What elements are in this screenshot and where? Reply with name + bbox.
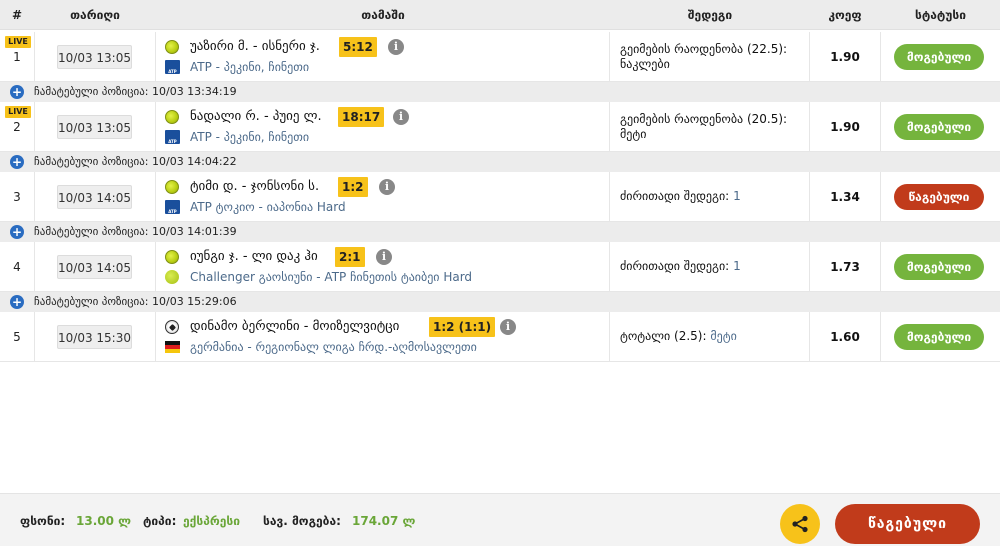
stake-value: 13.00 ლ (76, 514, 132, 528)
table-row: 3 10/03 14:05 ტიმი დ. - ჯონსონი ს. 1:2 i… (0, 172, 1000, 222)
atp-logo-icon (165, 200, 180, 214)
market-label: ძირითადი შედეგი: (620, 189, 730, 203)
score-badge: 1:2 (1:1) (429, 317, 496, 337)
odd-value: 1.34 (830, 190, 860, 204)
bet-type-value: ექსპრესი (183, 514, 240, 528)
row-number: 2 (13, 120, 21, 134)
tennis-ball-icon (165, 180, 179, 194)
tennis-ball-icon (165, 250, 179, 264)
atp-logo-icon (165, 60, 180, 74)
added-position-bar: + ჩამატებული პოზიცია: 10/03 15:29:06 (0, 292, 1000, 312)
row-number: 3 (13, 190, 21, 204)
market-name: ტოტალი (2.5): მეტი (620, 329, 737, 343)
added-position-text: ჩამატებული პოზიცია: 10/03 14:04:22 (34, 155, 237, 168)
table-header: # თარიღი თამაში შედეგი კოეფ სტატუსი (0, 0, 1000, 30)
info-icon[interactable]: i (379, 179, 395, 195)
event-league: Challenger გაოსიუნი - ATP ჩინეთის ტაიბეი… (190, 270, 473, 284)
status-badge: მოგებული (894, 114, 984, 140)
col-header-number: # (11, 8, 23, 22)
added-position-bar: + ჩამატებული პოზიცია: 10/03 14:01:39 (0, 222, 1000, 242)
potential-win-label: სავ. მოგება: (263, 514, 341, 528)
odd-value: 1.90 (830, 120, 860, 134)
market-value: მეტი (710, 329, 737, 343)
market-label: ტოტალი (2.5): (620, 329, 707, 343)
score-badge: 1:2 (338, 177, 368, 197)
col-header-odds: კოეფ (828, 8, 862, 22)
info-icon[interactable]: i (376, 249, 392, 265)
plus-icon[interactable]: + (10, 225, 24, 239)
score-badge: 18:17 (338, 107, 385, 127)
event-league: ATP - პეკინი, ჩინეთი (190, 60, 310, 74)
row-number: 4 (13, 260, 21, 274)
event-date: 10/03 14:05 (57, 185, 132, 209)
market-value: ნაკლები (620, 57, 670, 71)
live-badge: LIVE (5, 36, 31, 48)
plus-icon[interactable]: + (10, 85, 24, 99)
added-position-text: ჩამატებული პოზიცია: 10/03 13:34:19 (34, 85, 237, 98)
event-date: 10/03 13:05 (57, 115, 132, 139)
odd-value: 1.60 (830, 330, 860, 344)
market-value: 1 (733, 259, 741, 273)
event-teams[interactable]: ტიმი დ. - ჯონსონი ს. (190, 179, 319, 194)
col-header-status: სტატუსი (915, 8, 966, 22)
market-label: ძირითადი შედეგი: (620, 259, 730, 273)
score-badge: 2:1 (335, 247, 365, 267)
market-name: ძირითადი შედეგი: 1 (620, 189, 741, 203)
event-teams[interactable]: იუნგი ჯ. - ლი დაკ ჰი (190, 249, 318, 264)
bet-summary-footer: ფსონი: 13.00 ლ ტიპი: ექსპრესი სავ. მოგებ… (0, 493, 1000, 546)
event-league: ATP ტოკიო - იაპონია Hard (190, 200, 346, 214)
added-position-bar: + ჩამატებული პოზიცია: 10/03 14:04:22 (0, 152, 1000, 172)
event-date: 10/03 13:05 (57, 45, 132, 69)
event-date: 10/03 14:05 (57, 255, 132, 279)
row-number: 5 (13, 330, 21, 344)
bet-type-label: ტიპი: (143, 514, 177, 528)
row-number: 1 (13, 50, 21, 64)
germany-flag-icon (165, 341, 180, 353)
added-position-text: ჩამატებული პოზიცია: 10/03 14:01:39 (34, 225, 237, 238)
event-league: გერმანია - რეგიონალ ლიგა ჩრდ.-აღმოსავლეთ… (190, 340, 477, 354)
col-header-date: თარიღი (70, 8, 120, 22)
potential-win-value: 174.07 ლ (352, 514, 416, 528)
info-icon[interactable]: i (393, 109, 409, 125)
event-teams[interactable]: დინამო ბერლინი - მოიზელვიტცი (190, 319, 399, 334)
market-value: მეტი (620, 127, 647, 141)
table-row: LIVE 1 10/03 13:05 უაზირი მ. - ისნერი ჯ.… (0, 32, 1000, 82)
event-league: ATP - პეკინი, ჩინეთი (190, 130, 310, 144)
market-value: 1 (733, 189, 741, 203)
table-row: 4 10/03 14:05 იუნგი ჯ. - ლი დაკ ჰი 2:1 i… (0, 242, 1000, 292)
tennis-ball-icon (165, 110, 179, 124)
odd-value: 1.73 (830, 260, 860, 274)
event-date: 10/03 15:30 (57, 325, 132, 349)
market-name: გეიმების რაოდენობა (22.5): (620, 42, 788, 56)
event-teams[interactable]: ნადალი რ. - პუიე ლ. (190, 109, 322, 124)
market-name: გეიმების რაოდენობა (20.5): (620, 112, 788, 126)
tennis-ball-icon (165, 40, 179, 54)
odd-value: 1.90 (830, 50, 860, 64)
status-badge: მოგებული (894, 44, 984, 70)
col-header-event: თამაში (361, 8, 405, 22)
share-icon (792, 515, 808, 533)
status-badge: მოგებული (894, 324, 984, 350)
stake-label: ფსონი: (20, 514, 66, 528)
status-badge: წაგებული (894, 184, 984, 210)
table-row: LIVE 2 10/03 13:05 ნადალი რ. - პუიე ლ. 1… (0, 102, 1000, 152)
info-icon[interactable]: i (500, 319, 516, 335)
plus-icon[interactable]: + (10, 155, 24, 169)
table-row: 5 10/03 15:30 დინამო ბერლინი - მოიზელვიტ… (0, 312, 1000, 362)
soccer-ball-icon (165, 320, 179, 334)
final-status-badge: წაგებული (835, 504, 980, 544)
live-badge: LIVE (5, 106, 31, 118)
added-position-bar: + ჩამატებული პოზიცია: 10/03 13:34:19 (0, 82, 1000, 102)
info-icon[interactable]: i (388, 39, 404, 55)
col-header-outcome: შედეგი (687, 8, 733, 22)
status-badge: მოგებული (894, 254, 984, 280)
score-badge: 5:12 (339, 37, 377, 57)
added-position-text: ჩამატებული პოზიცია: 10/03 15:29:06 (34, 295, 237, 308)
share-button[interactable] (780, 504, 820, 544)
plus-icon[interactable]: + (10, 295, 24, 309)
challenger-logo-icon (165, 270, 179, 284)
atp-logo-icon (165, 130, 180, 144)
event-teams[interactable]: უაზირი მ. - ისნერი ჯ. (190, 39, 320, 54)
market-name: ძირითადი შედეგი: 1 (620, 259, 741, 273)
